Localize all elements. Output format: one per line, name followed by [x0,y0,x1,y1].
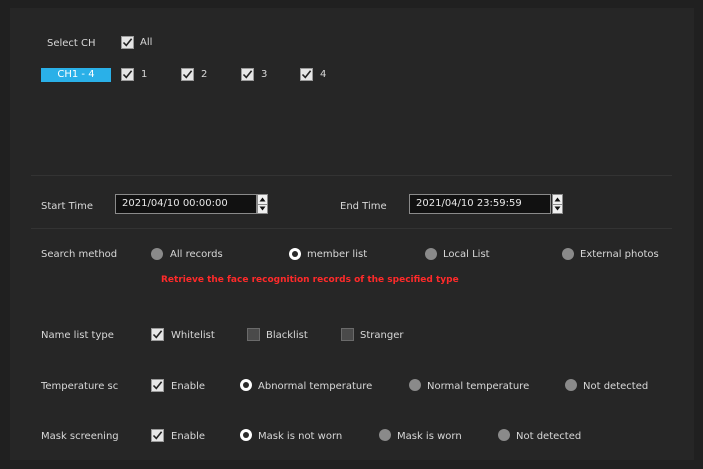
mask-not-detected-label: Not detected [516,431,582,442]
channel-4-checkbox[interactable] [300,68,313,81]
channel-4-label: 4 [320,69,327,80]
search-member-list-radio[interactable] [289,248,301,260]
temperature-screening-label: Temperature sc [41,381,119,392]
blacklist-checkbox[interactable] [247,328,260,341]
select-ch-label: Select CH [47,38,96,49]
abnormal-temperature-radio[interactable] [240,379,252,391]
checkmark-icon [242,70,253,79]
channel-2-label: 2 [201,69,208,80]
checkmark-icon [122,70,133,79]
start-time-field[interactable]: 2021/04/10 00:00:00 [115,194,257,214]
stranger-label: Stranger [360,330,404,341]
arrow-up-icon [259,197,266,202]
whitelist-label: Whitelist [171,330,215,341]
section-divider [31,228,672,229]
temperature-enable-checkbox[interactable] [151,379,164,392]
mask-worn-label: Mask is worn [397,431,462,442]
checkmark-icon [152,431,163,440]
section-divider [31,175,672,176]
arrow-up-icon [554,197,561,202]
whitelist-checkbox[interactable] [151,328,164,341]
abnormal-temperature-label: Abnormal temperature [258,381,373,392]
channel-2-checkbox[interactable] [181,68,194,81]
arrow-down-icon [554,206,561,211]
mask-enable-label: Enable [171,431,206,442]
search-member-list-label: member list [307,249,368,260]
checkmark-icon [122,38,133,47]
channel-1-checkbox[interactable] [121,68,134,81]
temperature-enable-label: Enable [171,381,206,392]
channel-1-label: 1 [141,69,148,80]
search-method-label: Search method [41,249,118,260]
checkmark-icon [152,330,163,339]
checkmark-icon [152,381,163,390]
normal-temperature-label: Normal temperature [427,381,530,392]
mask-worn-radio[interactable] [379,429,391,441]
end-time-spinner[interactable] [552,194,563,214]
all-channels-checkbox[interactable] [121,36,134,49]
search-all-records-radio[interactable] [151,248,163,260]
end-time-field[interactable]: 2021/04/10 23:59:59 [409,194,551,214]
all-channels-label: All [140,37,153,48]
channel-3-label: 3 [261,69,268,80]
start-time-down-button[interactable] [258,204,267,213]
checkmark-icon [182,70,193,79]
name-list-type-label: Name list type [41,330,114,341]
start-time-label: Start Time [41,201,94,212]
search-panel [10,8,694,460]
mask-not-worn-label: Mask is not worn [258,431,343,442]
channel-group-tab[interactable]: CH1 - 4 [41,68,111,82]
search-method-hint: Retrieve the face recognition records of… [161,275,459,285]
search-external-photos-label: External photos [580,249,659,260]
mask-not-worn-radio[interactable] [240,429,252,441]
checkmark-icon [301,70,312,79]
mask-screening-label: Mask screening [41,431,119,442]
search-external-photos-radio[interactable] [562,248,574,260]
mask-enable-checkbox[interactable] [151,429,164,442]
start-time-spinner[interactable] [257,194,268,214]
end-time-label: End Time [340,201,387,212]
search-all-records-label: All records [170,249,223,260]
mask-not-detected-radio[interactable] [498,429,510,441]
arrow-down-icon [259,206,266,211]
normal-temperature-radio[interactable] [409,379,421,391]
temperature-not-detected-label: Not detected [583,381,649,392]
search-local-list-radio[interactable] [425,248,437,260]
end-time-down-button[interactable] [553,204,562,213]
temperature-not-detected-radio[interactable] [565,379,577,391]
stranger-checkbox[interactable] [341,328,354,341]
channel-3-checkbox[interactable] [241,68,254,81]
search-local-list-label: Local List [443,249,490,260]
blacklist-label: Blacklist [266,330,308,341]
